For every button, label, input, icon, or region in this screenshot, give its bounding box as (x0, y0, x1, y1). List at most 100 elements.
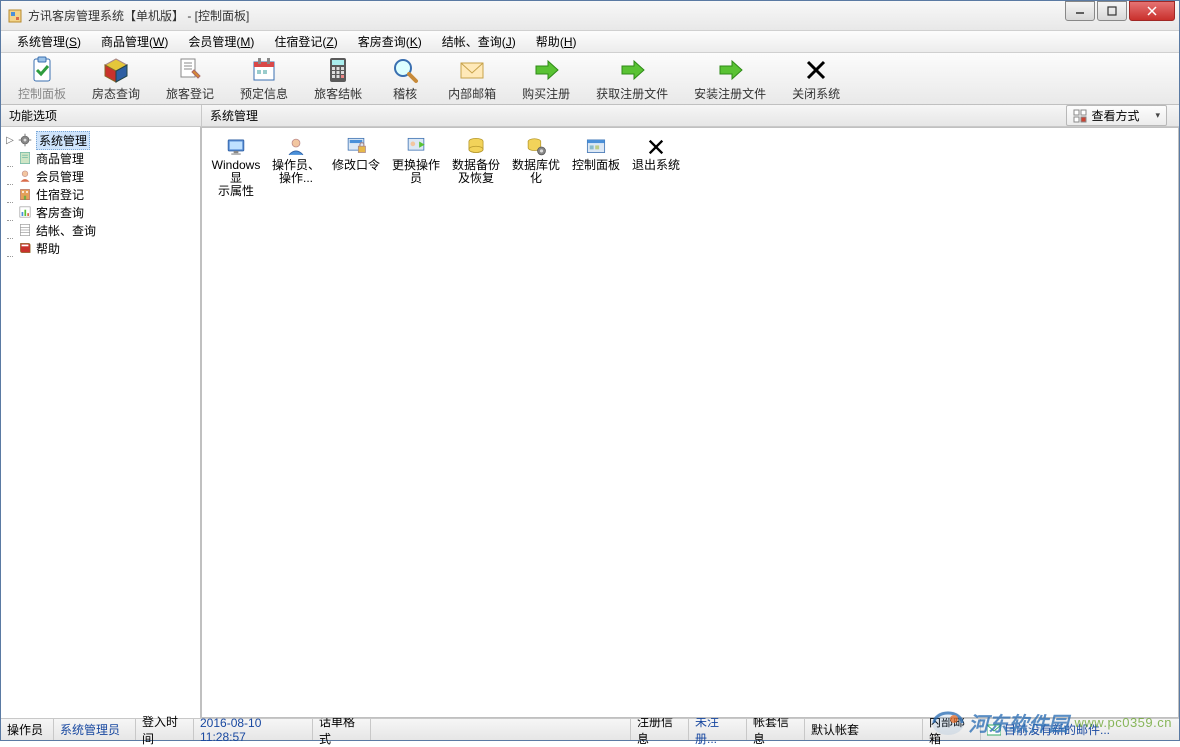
toolbtn-10[interactable]: 关闭系统 (785, 53, 847, 105)
book-icon (17, 240, 33, 256)
content-item-6[interactable]: 控制面板 (567, 136, 625, 198)
tree-item-0[interactable]: ▷系统管理 (3, 131, 198, 149)
content-item-2[interactable]: 修改口令 (327, 136, 385, 198)
content-item-7[interactable]: 退出系统 (627, 136, 685, 198)
chart-icon (17, 204, 33, 220)
toolbtn-9[interactable]: 安装注册文件 (687, 53, 773, 105)
status-login-time-label: 登入时间 (136, 719, 194, 740)
note-icon (17, 150, 33, 166)
db-gear-icon (523, 136, 549, 158)
tree-label: 会员管理 (36, 168, 84, 185)
content-item-0[interactable]: Windows显示属性 (207, 136, 265, 198)
panel-headers: 功能选项 系统管理 查看方式 ▾ (1, 105, 1179, 127)
app-icon (7, 8, 23, 24)
x-black-icon (802, 56, 830, 84)
sheet-icon (17, 222, 33, 238)
tool-label: 稽核 (393, 85, 417, 102)
menu-label: 结帐、查询 (442, 35, 502, 49)
tool-label: 关闭系统 (792, 85, 840, 102)
content-item-label: 更换操作员 (392, 159, 440, 185)
window-controls (1065, 1, 1179, 21)
content-header-title: 系统管理 (210, 107, 258, 124)
window-title: 方讯客房管理系统【单机版】 - [控制面板] (28, 7, 1065, 24)
lock-icon (343, 136, 369, 158)
hotel-icon (17, 186, 33, 202)
menu-j[interactable]: 结帐、查询(J) (432, 31, 526, 52)
view-mode-icon (1073, 109, 1087, 123)
content-item-3[interactable]: 更换操作员 (387, 136, 445, 198)
gear-icon (17, 132, 33, 148)
menu-key: K (410, 35, 418, 49)
menu-key: S (69, 35, 77, 49)
tool-label: 购买注册 (522, 85, 570, 102)
toolbtn-4[interactable]: 旅客结帐 (307, 53, 369, 105)
status-reg-info-value[interactable]: 未注册... (689, 719, 747, 740)
panel-icon (583, 136, 609, 158)
status-account-value: 默认帐套 (805, 719, 923, 740)
db-yellow-icon (463, 136, 489, 158)
menu-s[interactable]: 系统管理(S) (7, 31, 91, 52)
menu-key: J (506, 35, 512, 49)
content-item-label: 退出系统 (632, 159, 680, 172)
content-pane: Windows显示属性操作员、操作...修改口令更换操作员数据备份及恢复数据库优… (201, 127, 1179, 718)
tool-label: 预定信息 (240, 85, 288, 102)
toolbtn-5[interactable]: 稽核 (381, 53, 429, 105)
tool-label: 安装注册文件 (694, 85, 766, 102)
content-item-4[interactable]: 数据备份及恢复 (447, 136, 505, 198)
status-mailbox-text: 目前没有新的邮件... (1004, 721, 1110, 738)
menu-label: 帮助 (536, 35, 560, 49)
content-header: 系统管理 查看方式 ▾ (202, 105, 1179, 126)
minimize-button[interactable] (1065, 1, 1095, 21)
tool-label: 旅客结帐 (314, 85, 362, 102)
monitor-icon (223, 136, 249, 158)
titlebar: 方讯客房管理系统【单机版】 - [控制面板] (1, 1, 1179, 31)
view-mode-dropdown[interactable]: 查看方式 ▾ (1066, 105, 1167, 126)
envelope-icon (458, 56, 486, 84)
maximize-button[interactable] (1097, 1, 1127, 21)
content-item-label: Windows显示属性 (207, 159, 265, 198)
tree-item-2[interactable]: 会员管理 (3, 167, 198, 185)
magnifier-icon (391, 56, 419, 84)
arrow-green-icon (532, 56, 560, 84)
toolbtn-8[interactable]: 获取注册文件 (589, 53, 675, 105)
menu-k[interactable]: 客房查询(K) (348, 31, 432, 52)
tree-item-3[interactable]: 住宿登记 (3, 185, 198, 203)
menu-key: H (564, 35, 573, 49)
content-icons: Windows显示属性操作员、操作...修改口令更换操作员数据备份及恢复数据库优… (202, 128, 1178, 212)
content-item-5[interactable]: 数据库优化 (507, 136, 565, 198)
toolbtn-2[interactable]: 旅客登记 (159, 53, 221, 105)
tree-item-4[interactable]: 客房查询 (3, 203, 198, 221)
swap-icon (403, 136, 429, 158)
menu-key: M (240, 35, 250, 49)
tree-item-1[interactable]: 商品管理 (3, 149, 198, 167)
tree-expander-icon[interactable]: ▷ (3, 135, 17, 146)
toolbtn-0[interactable]: 控制面板 (11, 53, 73, 105)
sidebar-tree[interactable]: ▷系统管理商品管理会员管理住宿登记客房查询结帐、查询帮助 (1, 127, 201, 718)
menu-h[interactable]: 帮助(H) (526, 31, 587, 52)
tree-item-6[interactable]: 帮助 (3, 239, 198, 257)
close-button[interactable] (1129, 1, 1175, 21)
tool-label: 旅客登记 (166, 85, 214, 102)
status-mailbox-label: 内部邮箱 (923, 719, 981, 740)
menu-label: 商品管理 (101, 35, 149, 49)
toolbtn-6[interactable]: 内部邮箱 (441, 53, 503, 105)
arrow-green-icon (618, 56, 646, 84)
tree-item-5[interactable]: 结帐、查询 (3, 221, 198, 239)
x-black-icon (643, 136, 669, 158)
menu-w[interactable]: 商品管理(W) (91, 31, 178, 52)
status-mailbox-value[interactable]: 目前没有新的邮件... (981, 719, 1179, 740)
toolbtn-1[interactable]: 房态查询 (85, 53, 147, 105)
toolbtn-3[interactable]: 预定信息 (233, 53, 295, 105)
menu-z[interactable]: 住宿登记(Z) (264, 31, 347, 52)
menu-m[interactable]: 会员管理(M) (178, 31, 264, 52)
content-item-1[interactable]: 操作员、操作... (267, 136, 325, 198)
status-ticket-format-label: 话单格式 (313, 719, 371, 740)
status-operator-value[interactable]: 系统管理员 (54, 719, 136, 740)
toolbtn-7[interactable]: 购买注册 (515, 53, 577, 105)
mailbox-icon (987, 724, 1001, 736)
menu-key: Z (326, 35, 333, 49)
tree-label: 商品管理 (36, 150, 84, 167)
status-reg-info-label: 注册信息 (631, 719, 689, 740)
calendar-icon (250, 56, 278, 84)
menubar: 系统管理(S)商品管理(W)会员管理(M)住宿登记(Z)客房查询(K)结帐、查询… (1, 31, 1179, 53)
